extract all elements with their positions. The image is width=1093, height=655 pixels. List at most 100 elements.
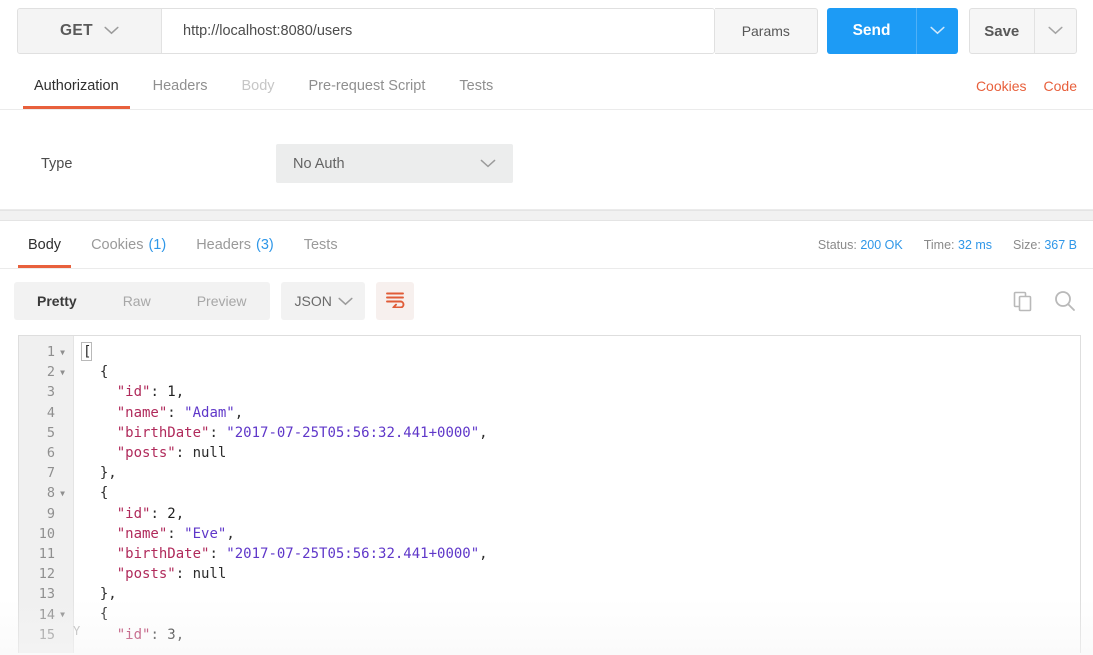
- line-number-value: 4: [46, 404, 55, 421]
- response-tab-body[interactable]: Body: [13, 221, 76, 268]
- save-options-button[interactable]: [1033, 9, 1076, 53]
- code-token-punc: ,: [175, 384, 185, 401]
- code-token-punc: },: [83, 465, 117, 482]
- response-meta: Status: 200 OK Time: 32 ms Size: 367 B: [818, 221, 1093, 268]
- code-token-punc: :: [167, 404, 185, 421]
- response-tab-bar: Body Cookies (1) Headers (3) Tests Statu…: [0, 221, 1093, 269]
- code-token-num: 2: [167, 505, 176, 522]
- code-token-punc: :: [209, 424, 227, 441]
- time-badge: Time: 32 ms: [924, 238, 992, 252]
- request-url-bar: GET http://localhost:8080/users Params S…: [0, 0, 1093, 62]
- size-value: 367 B: [1044, 237, 1077, 252]
- line-number-value: 3: [46, 384, 55, 401]
- line-number: 15▼: [19, 625, 73, 645]
- tab-body[interactable]: Body: [224, 62, 291, 109]
- response-action-icons: [1012, 289, 1077, 313]
- fold-arrow-icon[interactable]: ▼: [57, 489, 68, 498]
- view-pretty[interactable]: Pretty: [14, 282, 100, 320]
- request-tab-bar: Authorization Headers Body Pre-request S…: [0, 62, 1093, 110]
- code-token-punc: ,: [175, 626, 185, 643]
- editor-code-area[interactable]: [ { "id": 1, "name": "Adam", "birthDate"…: [74, 336, 1080, 653]
- response-toolbar: Pretty Raw Preview JSON: [0, 269, 1093, 333]
- view-preview[interactable]: Preview: [174, 282, 270, 320]
- code-token-punc: ,: [479, 545, 488, 562]
- status-badge: Status: 200 OK: [818, 238, 903, 252]
- code-line: "name": "Eve",: [83, 524, 1080, 544]
- line-number-value: 10: [38, 525, 55, 542]
- line-number-value: 12: [38, 566, 55, 583]
- editor-line-number-gutter[interactable]: 1▼2▼3▼4▼5▼6▼7▼8▼9▼10▼11▼12▼13▼14▼15▼: [19, 336, 74, 653]
- code-line: {: [83, 362, 1080, 382]
- request-url-input[interactable]: http://localhost:8080/users: [162, 9, 714, 53]
- chevron-down-icon: [930, 22, 945, 40]
- send-options-button[interactable]: [916, 8, 957, 54]
- line-number-value: 11: [38, 545, 55, 562]
- code-token-punc: ,: [226, 525, 235, 542]
- code-token-key: "id": [83, 384, 151, 401]
- tab-headers[interactable]: Headers: [136, 62, 225, 109]
- view-raw[interactable]: Raw: [100, 282, 174, 320]
- chevron-down-icon: [337, 293, 353, 309]
- code-line: },: [83, 463, 1080, 483]
- response-tab-tests-label: Tests: [303, 236, 338, 253]
- response-tab-cookies[interactable]: Cookies (1): [76, 221, 181, 268]
- response-body-editor[interactable]: 1▼2▼3▼4▼5▼6▼7▼8▼9▼10▼11▼12▼13▼14▼15▼ [ {…: [18, 335, 1081, 653]
- fold-arrow-icon[interactable]: ▼: [57, 348, 68, 357]
- response-format-select[interactable]: JSON: [280, 282, 365, 320]
- word-wrap-toggle[interactable]: [375, 282, 414, 320]
- line-number: 2 ▼: [19, 362, 73, 382]
- fold-arrow-icon[interactable]: ▼: [57, 368, 68, 377]
- code-link[interactable]: Code: [1044, 78, 1077, 94]
- tab-tests[interactable]: Tests: [442, 62, 510, 109]
- postman-request-response-view: GET http://localhost:8080/users Params S…: [0, 0, 1093, 655]
- code-token-punc: ,: [479, 424, 488, 441]
- tab-pre-request-script[interactable]: Pre-request Script: [292, 62, 443, 109]
- response-tab-cookies-count: (1): [148, 236, 167, 253]
- code-line: "id": 2,: [83, 504, 1080, 524]
- line-number: 14 ▼: [19, 604, 73, 624]
- code-token-punc: {: [83, 485, 109, 502]
- tab-authorization[interactable]: Authorization: [17, 62, 136, 109]
- code-token-key: "name": [83, 525, 168, 542]
- line-number: 5▼: [19, 423, 73, 443]
- code-token-key: "posts": [83, 444, 176, 461]
- line-number-value: 15: [38, 626, 55, 643]
- search-icon[interactable]: [1053, 289, 1077, 313]
- response-format-value: JSON: [294, 293, 332, 309]
- fold-arrow-icon[interactable]: ▼: [57, 610, 68, 619]
- code-line: [: [83, 342, 1080, 362]
- params-button[interactable]: Params: [715, 8, 818, 54]
- method-url-group: GET http://localhost:8080/users: [17, 8, 715, 54]
- code-token-key: "name": [83, 404, 168, 421]
- status-value: 200 OK: [860, 237, 903, 252]
- response-tab-tests[interactable]: Tests: [289, 221, 353, 268]
- send-button[interactable]: Send: [827, 8, 917, 54]
- code-token-punc: :: [150, 626, 168, 643]
- chevron-down-icon: [480, 156, 496, 172]
- code-line: "id": 3,: [83, 625, 1080, 645]
- auth-type-label: Type: [41, 155, 73, 172]
- line-number: 8 ▼: [19, 483, 73, 503]
- line-number-value: 13: [38, 586, 55, 603]
- code-token-num: 3: [167, 626, 176, 643]
- response-tab-body-label: Body: [28, 236, 62, 253]
- response-tab-headers[interactable]: Headers (3): [181, 221, 289, 268]
- response-tab-headers-label: Headers: [196, 236, 251, 253]
- auth-type-select[interactable]: No Auth: [276, 144, 513, 183]
- word-wrap-icon: [385, 290, 405, 313]
- size-label: Size:: [1013, 237, 1041, 252]
- panel-resize-divider[interactable]: [0, 210, 1093, 221]
- copy-icon[interactable]: [1012, 290, 1034, 312]
- code-token-punc: ,: [234, 404, 244, 421]
- auth-type-row: Type No Auth: [0, 144, 1093, 183]
- save-button[interactable]: Save: [970, 9, 1034, 53]
- time-value: 32 ms: [958, 237, 993, 252]
- code-token-punc: :: [150, 384, 168, 401]
- cookies-link[interactable]: Cookies: [976, 78, 1027, 94]
- save-button-group: Save: [968, 8, 1077, 54]
- code-token-key: "posts": [83, 566, 176, 583]
- http-method-select[interactable]: GET: [18, 9, 162, 53]
- chevron-down-icon: [104, 22, 119, 40]
- line-number: 3▼: [19, 382, 73, 402]
- line-number-value: 8: [46, 485, 55, 502]
